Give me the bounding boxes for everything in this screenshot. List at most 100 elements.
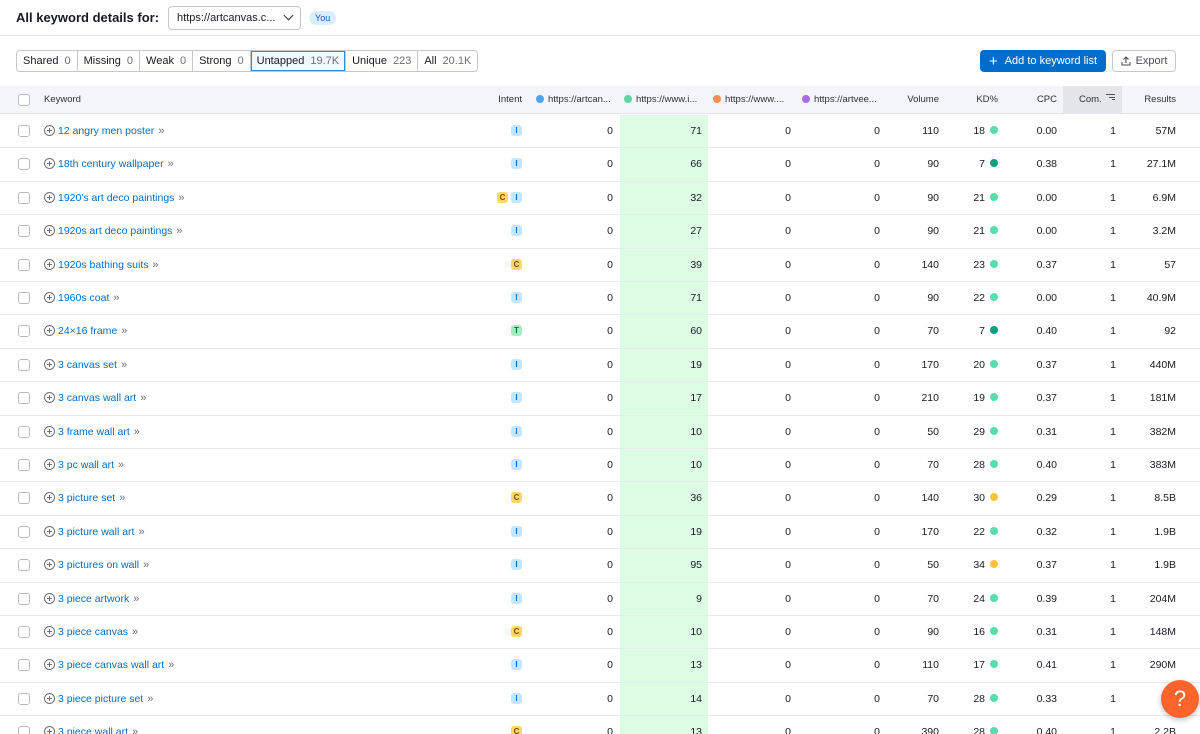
add-keyword-icon[interactable]: [44, 158, 55, 170]
keyword-details-arrow-icon[interactable]: »: [134, 426, 140, 438]
keyword-details-arrow-icon[interactable]: »: [138, 526, 144, 538]
keyword-link[interactable]: 3 picture wall art: [58, 526, 134, 538]
intent-cell: CI: [460, 182, 522, 215]
keyword-details-arrow-icon[interactable]: »: [158, 125, 164, 137]
row-checkbox[interactable]: [18, 325, 30, 338]
add-keyword-icon[interactable]: [44, 392, 55, 404]
row-checkbox[interactable]: [18, 225, 30, 238]
add-keyword-icon[interactable]: [44, 225, 55, 237]
keyword-link[interactable]: 3 frame wall art: [58, 426, 130, 438]
add-keyword-icon[interactable]: [44, 592, 55, 604]
add-keyword-icon[interactable]: [44, 292, 55, 303]
keyword-link[interactable]: 1920s bathing suits: [58, 259, 148, 271]
keyword-link[interactable]: 3 canvas set: [58, 359, 117, 371]
row-checkbox[interactable]: [18, 392, 30, 405]
row-checkbox[interactable]: [18, 525, 30, 538]
column-header-domain3[interactable]: https://www....: [713, 86, 784, 114]
row-checkbox[interactable]: [18, 659, 30, 672]
column-header-volume[interactable]: Volume: [880, 86, 939, 114]
keyword-link[interactable]: 12 angry men poster: [58, 125, 154, 137]
filter-tab-untapped[interactable]: Untapped 19.7K: [250, 51, 347, 71]
keyword-link[interactable]: 1920s art deco paintings: [58, 225, 172, 237]
column-header-domain2[interactable]: https://www.i...: [624, 86, 697, 114]
column-header-results[interactable]: Results: [1130, 86, 1176, 114]
column-header-com[interactable]: Com.: [1063, 86, 1122, 114]
keyword-details-arrow-icon[interactable]: »: [132, 726, 138, 734]
keyword-link[interactable]: 3 picture set: [58, 492, 115, 504]
add-keyword-icon[interactable]: [44, 525, 55, 537]
add-keyword-icon[interactable]: [44, 125, 55, 136]
keyword-details-arrow-icon[interactable]: »: [176, 225, 182, 237]
column-header-cpc[interactable]: CPC: [1010, 86, 1057, 114]
add-keyword-icon[interactable]: [44, 692, 55, 704]
keyword-details-arrow-icon[interactable]: »: [168, 659, 174, 671]
add-keyword-icon[interactable]: [44, 659, 55, 671]
row-checkbox[interactable]: [18, 626, 30, 638]
keyword-details-arrow-icon[interactable]: »: [132, 626, 138, 638]
keyword-details-arrow-icon[interactable]: »: [178, 192, 184, 204]
add-keyword-icon[interactable]: [44, 258, 55, 270]
add-keyword-icon[interactable]: [44, 726, 55, 734]
row-checkbox[interactable]: [18, 692, 30, 705]
keyword-details-arrow-icon[interactable]: »: [119, 492, 125, 504]
column-header-domain4[interactable]: https://artvee...: [802, 86, 877, 114]
filter-tab-shared[interactable]: Shared 0: [17, 51, 78, 71]
keyword-details-arrow-icon[interactable]: »: [147, 693, 153, 705]
keyword-link[interactable]: 3 piece canvas: [58, 626, 128, 638]
row-checkbox[interactable]: [18, 726, 30, 734]
add-keyword-icon[interactable]: [44, 191, 55, 203]
keyword-link[interactable]: 24×16 frame: [58, 325, 117, 337]
column-header-intent[interactable]: Intent: [470, 86, 522, 114]
row-checkbox[interactable]: [18, 292, 30, 304]
keyword-details-arrow-icon[interactable]: »: [152, 259, 158, 271]
row-checkbox[interactable]: [18, 492, 30, 505]
filter-tab-missing[interactable]: Missing 0: [77, 51, 141, 71]
keyword-link[interactable]: 1960s coat: [58, 292, 109, 304]
row-checkbox[interactable]: [18, 358, 30, 371]
keyword-link[interactable]: 1920's art deco paintings: [58, 192, 174, 204]
filter-tab-weak[interactable]: Weak 0: [140, 51, 194, 71]
domain-select[interactable]: https://artcanvas.c...: [168, 5, 302, 30]
keyword-link[interactable]: 3 piece canvas wall art: [58, 659, 164, 671]
keyword-link[interactable]: 18th century wallpaper: [58, 158, 164, 170]
keyword-details-arrow-icon[interactable]: »: [168, 158, 174, 170]
keyword-details-arrow-icon[interactable]: »: [121, 325, 127, 337]
keyword-details-arrow-icon[interactable]: »: [143, 559, 149, 571]
keyword-link[interactable]: 3 pictures on wall: [58, 559, 139, 571]
row-checkbox[interactable]: [18, 191, 30, 204]
keyword-link[interactable]: 3 piece picture set: [58, 693, 143, 705]
add-keyword-icon[interactable]: [44, 492, 55, 504]
add-to-keyword-list-button[interactable]: + Add to keyword list: [980, 50, 1106, 72]
keyword-details-arrow-icon[interactable]: »: [133, 593, 139, 605]
keyword-link[interactable]: 3 piece artwork: [58, 593, 129, 605]
keyword-link[interactable]: 3 canvas wall art: [58, 392, 136, 404]
row-checkbox[interactable]: [18, 258, 30, 271]
keyword-details-arrow-icon[interactable]: »: [118, 459, 124, 471]
filter-tab-unique[interactable]: Unique 223: [346, 51, 419, 71]
keyword-details-arrow-icon[interactable]: »: [121, 359, 127, 371]
add-keyword-icon[interactable]: [44, 425, 55, 437]
column-header-keyword[interactable]: Keyword: [44, 86, 81, 114]
row-checkbox[interactable]: [18, 425, 30, 438]
column-header-kd[interactable]: KD%: [950, 86, 998, 114]
row-checkbox[interactable]: [18, 592, 30, 605]
row-checkbox[interactable]: [18, 158, 30, 171]
column-header-domain1[interactable]: https://artcan...: [536, 86, 611, 114]
row-checkbox[interactable]: [18, 125, 30, 137]
add-keyword-icon[interactable]: [44, 559, 55, 571]
export-button[interactable]: Export: [1112, 50, 1176, 72]
add-keyword-icon[interactable]: [44, 459, 55, 470]
help-button[interactable]: ?: [1161, 680, 1199, 718]
keyword-details-arrow-icon[interactable]: »: [140, 392, 146, 404]
row-checkbox[interactable]: [18, 459, 30, 471]
add-keyword-icon[interactable]: [44, 626, 55, 637]
keyword-details-arrow-icon[interactable]: »: [113, 292, 119, 304]
add-keyword-icon[interactable]: [44, 325, 55, 337]
filter-tab-all[interactable]: All 20.1K: [418, 51, 478, 71]
add-keyword-icon[interactable]: [44, 358, 55, 370]
filter-tab-strong[interactable]: Strong 0: [193, 51, 251, 71]
select-all-checkbox[interactable]: [18, 94, 30, 106]
keyword-link[interactable]: 3 pc wall art: [58, 459, 114, 471]
row-checkbox[interactable]: [18, 559, 30, 572]
keyword-link[interactable]: 3 piece wall art: [58, 726, 128, 734]
